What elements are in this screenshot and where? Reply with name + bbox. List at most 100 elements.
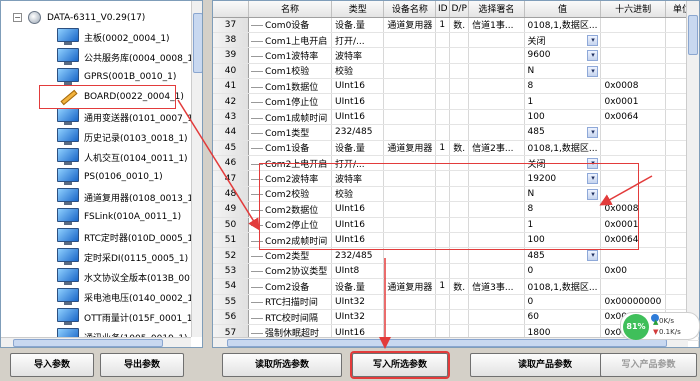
tree-item[interactable]: 人机交互(0104_0011_1) [57, 147, 188, 167]
column-header[interactable]: 值 [524, 1, 602, 18]
column-header[interactable]: 设备名称 [383, 1, 437, 18]
tree-item[interactable]: 水文协议全版本(013B_0012_ [57, 267, 202, 287]
param-value[interactable]: 8 [524, 78, 602, 95]
table-row[interactable]: 54 Com2设备 设备.量 通道复用器 1 数. 信道3事... 0108,1,数据区... [213, 278, 699, 295]
column-header[interactable]: 名称 [248, 1, 333, 18]
read-product-button[interactable]: 读取产品参数 [470, 353, 620, 377]
param-hex [600, 278, 666, 295]
param-value[interactable]: 485 ▾ [524, 124, 602, 141]
tree-item[interactable]: RTC定时器(010D_0005_1) [57, 227, 197, 247]
param-dp [449, 263, 470, 280]
param-type: UInt8 [331, 263, 385, 280]
tree-item[interactable]: PS(0106_0010_1) [57, 167, 163, 187]
tree-item[interactable]: 历史记录(0103_0018_1) [57, 127, 188, 147]
param-value[interactable]: 0 [524, 294, 602, 310]
tree-item[interactable]: GPRS(001B_0010_1) [57, 67, 176, 87]
param-value-text: 9600 [527, 50, 551, 61]
param-id [435, 263, 451, 280]
param-name: RTC扫描时间 [248, 294, 333, 310]
param-name-text: Com1停止位 [265, 98, 319, 109]
tree-item[interactable]: OTT雨量计(015F_0001_1) [57, 307, 196, 327]
param-id: 1 [435, 140, 451, 157]
tree-item[interactable]: FSLink(010A_0011_1) [57, 207, 181, 227]
param-hex: 0x00 [600, 263, 666, 280]
dropdown-arrow-icon[interactable]: ▾ [587, 34, 599, 46]
tree-vertical-scrollbar[interactable] [191, 1, 202, 337]
param-value-text: N [527, 65, 535, 76]
import-params-button[interactable]: 导入参数 [10, 353, 94, 377]
param-value[interactable]: N ▾ [524, 63, 602, 80]
param-device: 通道复用器 [383, 17, 437, 33]
param-value[interactable]: 9600 ▾ [524, 47, 602, 64]
download-speed: 0.1K/s [659, 328, 681, 336]
param-hex [600, 17, 666, 33]
tree-item[interactable]: 主板(0002_0004_1) [57, 27, 170, 47]
table-row[interactable]: 53 Com2协议类型 UInt8 0 0x00 [213, 263, 699, 280]
param-id [435, 93, 451, 110]
monitor-icon [57, 148, 79, 166]
column-header[interactable]: 选择署名 [468, 1, 525, 18]
tree-horizontal-scrollbar[interactable] [1, 337, 191, 347]
table-row[interactable]: 40 Com1校验 校验 N ▾ [213, 63, 699, 80]
param-value[interactable]: 485 ▾ [524, 247, 602, 264]
column-header[interactable] [213, 1, 250, 18]
tree-connector [251, 86, 264, 88]
table-row[interactable]: 52 Com2类型 232/485 485 ▾ [213, 247, 699, 264]
grid-horizontal-scrollbar[interactable] [213, 337, 688, 347]
param-value[interactable]: 0 [524, 263, 602, 280]
column-header[interactable]: ID [435, 1, 451, 18]
upload-arrow-icon: ▲ [653, 318, 659, 326]
export-params-button[interactable]: 导出参数 [100, 353, 184, 377]
param-type: 设备.量 [331, 17, 385, 33]
table-row[interactable]: 44 Com1类型 232/485 485 ▾ [213, 124, 699, 141]
write-selected-button[interactable]: 写入所选参数 [352, 353, 448, 377]
param-dp [449, 309, 470, 326]
param-value[interactable]: 60 [524, 309, 602, 326]
row-number: 49 [213, 201, 250, 218]
table-row[interactable]: 55 RTC扫描时间 UInt32 0 0x00000000 [213, 294, 699, 310]
column-header[interactable]: D/P [449, 1, 470, 18]
tree-root[interactable]: − DATA-6311_V0.29(17) [13, 11, 145, 24]
param-name-text: Com1类型 [265, 128, 310, 139]
param-hex [600, 124, 666, 141]
param-value[interactable]: 0108,1,数据区... [524, 278, 602, 295]
param-dp [449, 93, 470, 110]
param-device [383, 294, 437, 310]
param-value[interactable]: 0108,1,数据区... [524, 17, 602, 33]
table-row[interactable]: 43 Com1成帧时间 UInt16 100 0x0064 [213, 109, 699, 126]
table-row[interactable]: 39 Com1波特率 波特率 9600 ▾ [213, 47, 699, 64]
param-name-text: Com1成帧时间 [265, 113, 328, 124]
table-row[interactable]: 41 Com1数据位 UInt16 8 0x0008 [213, 78, 699, 95]
grid-vertical-scrollbar[interactable] [686, 1, 699, 337]
tree-item[interactable]: 通用变送器(0101_0007_1) [57, 107, 197, 127]
param-sel [468, 63, 525, 80]
dropdown-arrow-icon[interactable]: ▾ [587, 127, 599, 139]
dropdown-arrow-icon[interactable]: ▾ [587, 65, 599, 77]
tree-item[interactable]: 通道复用器(0108_0013_1) [57, 187, 197, 207]
param-hex [600, 247, 666, 264]
param-value[interactable]: 关闭 ▾ [524, 32, 602, 49]
param-value[interactable]: 100 [524, 109, 602, 126]
param-value-text: 485 [527, 127, 545, 138]
network-speed-widget[interactable]: 81% ▲ 0K/s ▼ 0.1K/s [620, 312, 700, 340]
collapse-icon[interactable]: − [13, 13, 22, 22]
table-row[interactable]: 45 Com1设备 设备.量 通道复用器 1 数. 信道2事... 0108,1,数据区... [213, 140, 699, 157]
tree-item[interactable]: 公共服务库(0004_0008_1) [57, 47, 197, 67]
row-number: 52 [213, 247, 250, 264]
column-header[interactable]: 十六进制 [600, 1, 666, 18]
table-row[interactable]: 37 Com0设备 设备.量 通道复用器 1 数. 信道1事... 0108,1,数据区... [213, 17, 699, 33]
dropdown-arrow-icon[interactable]: ▾ [587, 50, 599, 62]
read-selected-button[interactable]: 读取所选参数 [222, 353, 342, 377]
dropdown-arrow-icon[interactable]: ▾ [587, 250, 599, 262]
tree-item[interactable]: 定时采DI(0115_0005_1) [57, 247, 188, 267]
param-value[interactable]: 1 [524, 93, 602, 110]
param-dp: 数. [449, 278, 470, 295]
param-value[interactable]: 0108,1,数据区... [524, 140, 602, 157]
table-row[interactable]: 38 Com1上电开启 打开/... 关闭 ▾ [213, 32, 699, 49]
tree-item[interactable]: 采电池电压(0140_0002_1) [57, 287, 197, 307]
table-row[interactable]: 42 Com1停止位 UInt16 1 0x0001 [213, 93, 699, 110]
param-value-text: 1800 [527, 327, 551, 338]
selected-node-annotation [39, 85, 176, 109]
column-header[interactable]: 类型 [331, 1, 385, 18]
param-value-text: 485 [527, 250, 545, 261]
